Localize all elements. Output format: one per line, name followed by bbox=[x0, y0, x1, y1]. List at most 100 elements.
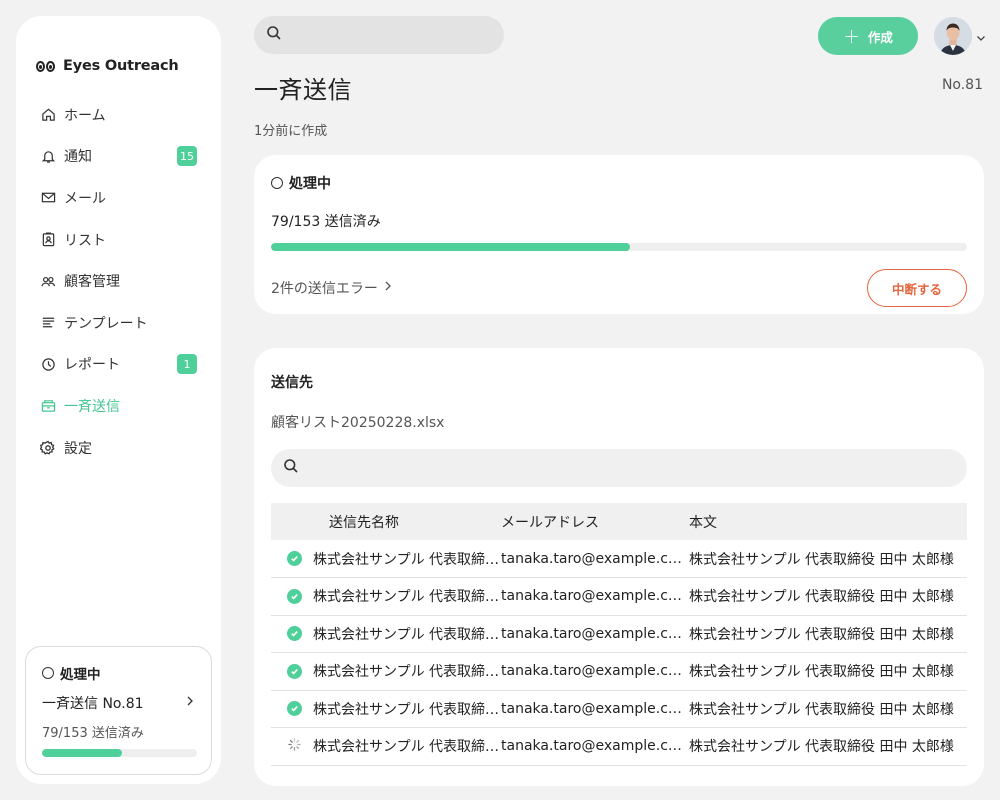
check-circle-icon bbox=[287, 551, 302, 566]
table-row[interactable]: 株式会社サンプル 代表取締役 田中 太郎tanaka.taro@example.… bbox=[271, 540, 967, 578]
column-header-name[interactable]: 送信先名称 bbox=[313, 503, 501, 540]
progress-card: 処理中 79/153 送信済み 2件の送信エラー 中断する bbox=[254, 155, 984, 314]
column-header-email[interactable]: メールアドレス bbox=[501, 503, 689, 540]
check-circle-icon bbox=[287, 663, 302, 679]
sidebar-item-label: レポート bbox=[64, 357, 120, 374]
processing-status-card: 処理中 一斉送信 No.81 79/153 送信済み bbox=[25, 646, 212, 775]
created-time: 1分前に作成 bbox=[254, 124, 328, 139]
recipient-name: 株式会社サンプル 代表取締役 田中 太郎 bbox=[313, 615, 501, 653]
row-status bbox=[271, 652, 313, 691]
recipient-body: 株式会社サンプル 代表取締役 田中 太郎様 bbox=[689, 690, 967, 728]
recipient-body: 株式会社サンプル 代表取締役 田中 太郎様 bbox=[689, 540, 967, 578]
table-row[interactable]: 株式会社サンプル 代表取締役 田中 太郎tanaka.taro@example.… bbox=[271, 577, 967, 616]
row-status bbox=[271, 615, 313, 653]
recipient-name: 株式会社サンプル 代表取締役 田中 太郎 bbox=[313, 540, 501, 578]
users-icon bbox=[40, 273, 56, 289]
search-icon bbox=[266, 25, 282, 45]
eyes-logo-icon bbox=[36, 60, 55, 72]
recipient-email: tanaka.taro@example.com bbox=[501, 577, 689, 616]
recipient-name: 株式会社サンプル 代表取締役 田中 太郎 bbox=[313, 690, 501, 728]
broadcast-title: 一斉送信 No.81 bbox=[42, 696, 144, 712]
recipient-body: 株式会社サンプル 代表取締役 田中 太郎様 bbox=[689, 577, 967, 616]
recipient-email: tanaka.taro@example.com bbox=[501, 690, 689, 728]
table-row[interactable]: 株式会社サンプル 代表取締役 田中 太郎tanaka.taro@example.… bbox=[271, 652, 967, 691]
recipient-body: 株式会社サンプル 代表取締役 田中 太郎様 bbox=[689, 652, 967, 691]
sidebar-item-home[interactable]: ホーム bbox=[16, 94, 221, 136]
sidebar-item-list[interactable]: リスト bbox=[16, 219, 221, 261]
sidebar-item-label: リスト bbox=[64, 232, 106, 249]
progress-fill bbox=[42, 749, 122, 757]
recipient-body: 株式会社サンプル 代表取締役 田中 太郎様 bbox=[689, 727, 967, 766]
send-errors-link[interactable]: 2件の送信エラー bbox=[271, 278, 392, 298]
table-row[interactable]: 株式会社サンプル 代表取締役 田中 太郎tanaka.taro@example.… bbox=[271, 690, 967, 728]
check-circle-icon bbox=[287, 626, 302, 642]
broadcast-icon bbox=[40, 398, 56, 414]
processing-status-label: 処理中 bbox=[289, 176, 331, 192]
recipients-card: 送信先 顧客リスト20250228.xlsx 送信先名称 メールアドレス 本文 … bbox=[254, 348, 984, 786]
recipients-table: 送信先名称 メールアドレス 本文 株式会社サンプル 代表取締役 田中 太郎tan… bbox=[271, 503, 967, 766]
row-status bbox=[271, 727, 313, 766]
column-header-body[interactable]: 本文 bbox=[689, 503, 967, 540]
contact-list-icon bbox=[40, 232, 56, 248]
sidebar-item-label: メール bbox=[64, 190, 106, 207]
recipient-search[interactable] bbox=[271, 449, 967, 487]
clock-report-icon bbox=[40, 356, 56, 372]
recipients-title: 送信先 bbox=[271, 375, 313, 391]
plus-icon: + bbox=[843, 24, 860, 48]
mail-icon bbox=[40, 190, 56, 206]
sidebar: Eyes Outreach ホーム 通知 15 メール リスト 顧客管理 テンプ… bbox=[16, 16, 221, 784]
status-ring-icon bbox=[271, 177, 283, 189]
sidebar-item-label: 通知 bbox=[64, 149, 92, 166]
send-progress-bar bbox=[271, 243, 967, 251]
sidebar-item-settings[interactable]: 設定 bbox=[16, 427, 221, 469]
table-row[interactable]: 株式会社サンプル 代表取締役 田中 太郎tanaka.taro@example.… bbox=[271, 727, 967, 766]
recipients-table-body: 株式会社サンプル 代表取締役 田中 太郎tanaka.taro@example.… bbox=[271, 540, 967, 766]
chevron-right-icon bbox=[185, 695, 195, 711]
sidebar-item-label: 設定 bbox=[64, 440, 92, 457]
sent-count: 79/153 送信済み bbox=[271, 214, 381, 230]
processing-status: 処理中 bbox=[271, 173, 967, 193]
recipient-email: tanaka.taro@example.com bbox=[501, 652, 689, 691]
bell-icon bbox=[40, 148, 56, 164]
sidebar-progress-bar bbox=[42, 749, 197, 757]
app-name: Eyes Outreach bbox=[63, 58, 179, 74]
check-circle-icon bbox=[287, 701, 302, 717]
report-count-badge: 1 bbox=[177, 354, 197, 375]
recipient-email: tanaka.taro@example.com bbox=[501, 615, 689, 653]
stop-button[interactable]: 中断する bbox=[867, 269, 967, 307]
recipient-email: tanaka.taro@example.com bbox=[501, 540, 689, 578]
recipients-file-name: 顧客リスト20250228.xlsx bbox=[271, 415, 445, 431]
user-menu[interactable] bbox=[934, 17, 986, 55]
sidebar-item-broadcast[interactable]: 一斉送信 bbox=[16, 385, 221, 427]
sidebar-item-reports[interactable]: レポート 1 bbox=[16, 344, 221, 386]
create-button[interactable]: + 作成 bbox=[818, 17, 918, 55]
sidebar-item-label: 顧客管理 bbox=[64, 274, 120, 291]
page-title: 一斉送信 bbox=[254, 76, 352, 104]
sidebar-item-notifications[interactable]: 通知 15 bbox=[16, 136, 221, 178]
progress-fill bbox=[271, 243, 631, 251]
status-column-header bbox=[271, 503, 313, 540]
global-search[interactable] bbox=[254, 16, 504, 54]
gear-icon bbox=[40, 440, 56, 456]
row-status bbox=[271, 540, 313, 578]
search-input[interactable] bbox=[288, 27, 504, 43]
avatar[interactable] bbox=[934, 17, 972, 55]
processing-status-label: 処理中 bbox=[60, 667, 101, 683]
sidebar-item-customers[interactable]: 顧客管理 bbox=[16, 260, 221, 302]
recipient-body: 株式会社サンプル 代表取締役 田中 太郎様 bbox=[689, 615, 967, 653]
broadcast-number: No.81 bbox=[941, 77, 983, 93]
recipient-search-input[interactable] bbox=[305, 460, 967, 476]
recipient-name: 株式会社サンプル 代表取締役 田中 太郎 bbox=[313, 727, 501, 766]
sidebar-item-label: 一斉送信 bbox=[64, 398, 120, 415]
template-icon bbox=[40, 315, 56, 331]
check-circle-icon bbox=[287, 588, 302, 604]
row-status bbox=[271, 577, 313, 616]
brand-logo[interactable]: Eyes Outreach bbox=[36, 58, 179, 74]
send-errors-label: 2件の送信エラー bbox=[271, 281, 378, 297]
table-row[interactable]: 株式会社サンプル 代表取締役 田中 太郎tanaka.taro@example.… bbox=[271, 615, 967, 653]
search-icon bbox=[283, 458, 299, 478]
sidebar-item-mail[interactable]: メール bbox=[16, 177, 221, 219]
sidebar-nav: ホーム 通知 15 メール リスト 顧客管理 テンプレート レポート 1 一斉送… bbox=[16, 94, 221, 468]
sidebar-item-templates[interactable]: テンプレート bbox=[16, 302, 221, 344]
broadcast-link[interactable]: 一斉送信 No.81 bbox=[42, 693, 195, 713]
